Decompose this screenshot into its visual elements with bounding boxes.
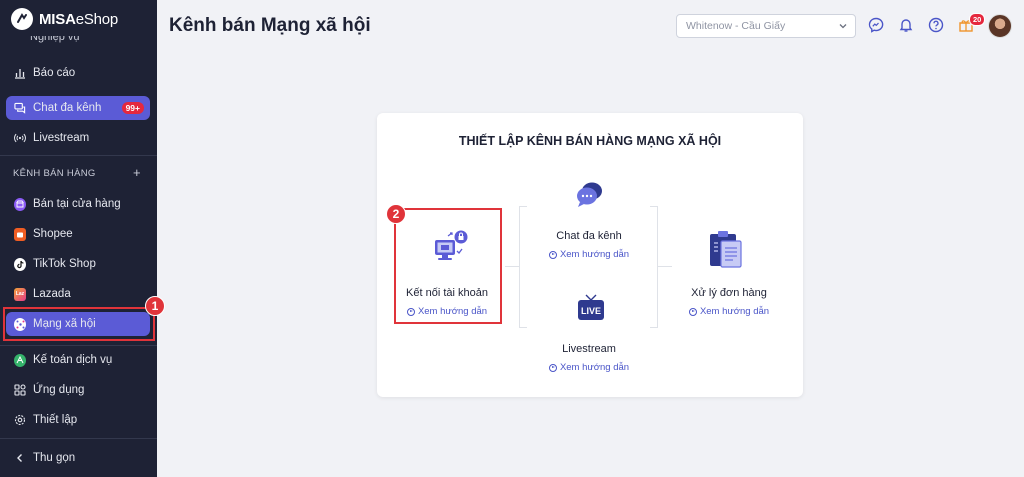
sidebar-item-lazada[interactable]: Laz Lazada bbox=[6, 282, 150, 306]
flow-bracket-left bbox=[519, 206, 527, 328]
sidebar-item-label: Báo cáo bbox=[33, 67, 76, 79]
section-label-sales-channels: KÊNH BÁN HÀNG bbox=[13, 168, 96, 179]
guide-link-chat[interactable]: Xem hướng dẫn bbox=[529, 249, 649, 260]
user-avatar[interactable] bbox=[988, 14, 1012, 38]
guide-link-livestream[interactable]: Xem hướng dẫn bbox=[529, 362, 649, 373]
step-marker-2: 2 bbox=[386, 204, 406, 224]
card-title: THIẾT LẬP KÊNH BÁN HÀNG MẠNG XÃ HỘI bbox=[458, 134, 722, 148]
sidebar-item-reports[interactable]: Báo cáo bbox=[6, 61, 150, 85]
step-label-chat: Chat đa kênh bbox=[556, 230, 622, 242]
sidebar-item-label: Thiết lập bbox=[33, 414, 78, 426]
clipboard-icon bbox=[707, 229, 747, 276]
sidebar-item-accounting[interactable]: Kế toán dịch vụ bbox=[6, 348, 150, 372]
store-icon bbox=[14, 197, 26, 211]
live-tv-icon: LIVE bbox=[576, 293, 606, 328]
misa-logo-icon bbox=[11, 8, 33, 30]
sidebar-item-shopee[interactable]: Shopee bbox=[6, 222, 150, 246]
broadcast-icon bbox=[14, 132, 26, 144]
lazada-icon: Laz bbox=[14, 287, 26, 301]
sidebar-item-label: Shopee bbox=[33, 228, 73, 240]
flow-connector bbox=[658, 266, 672, 267]
play-circle-icon bbox=[688, 307, 697, 316]
sidebar-item-label: Kế toán dịch vụ bbox=[33, 354, 113, 366]
sidebar-item-in-store[interactable]: Bán tại cửa hàng bbox=[6, 192, 150, 216]
sidebar-divider bbox=[0, 155, 157, 156]
sidebar-divider bbox=[0, 345, 157, 346]
bar-chart-icon bbox=[14, 67, 26, 79]
accounting-icon bbox=[14, 353, 26, 367]
chat-icon bbox=[14, 102, 26, 114]
sidebar-item-label: Lazada bbox=[33, 288, 71, 300]
setup-card: THIẾT LẬP KÊNH BÁN HÀNG MẠNG XÃ HỘI Kết … bbox=[377, 113, 803, 397]
collapse-label: Thu gọn bbox=[33, 452, 76, 464]
messenger-icon[interactable] bbox=[868, 17, 884, 33]
brand-name: MISAeShop bbox=[39, 10, 119, 28]
apps-icon bbox=[14, 384, 26, 396]
highlight-box-1 bbox=[3, 307, 155, 341]
chevron-down-icon bbox=[838, 20, 848, 35]
sidebar-item-cut[interactable]: Nghiệp vụ bbox=[30, 36, 80, 46]
sidebar: MISAeShop Nghiệp vụ Báo cáo Chat đa kênh… bbox=[0, 0, 157, 477]
highlight-box-2 bbox=[394, 208, 502, 324]
notification-count-badge: 20 bbox=[969, 13, 986, 26]
step-marker-1: 1 bbox=[145, 296, 165, 316]
store-select-value: Whitenow - Cầu Giấy bbox=[686, 20, 786, 32]
flow-bracket-right bbox=[650, 206, 658, 328]
settings-icon bbox=[14, 414, 26, 426]
live-icon-text: LIVE bbox=[581, 306, 601, 316]
tiktok-icon bbox=[14, 257, 26, 271]
step-label-livestream: Livestream bbox=[562, 343, 616, 355]
sidebar-item-apps[interactable]: Ứng dụng bbox=[6, 378, 150, 402]
chat-bubbles-icon bbox=[573, 179, 607, 214]
sidebar-item-label: Ứng dụng bbox=[33, 384, 85, 396]
add-channel-button[interactable]: + bbox=[133, 165, 141, 180]
shopee-icon bbox=[14, 227, 26, 241]
sidebar-item-label: Livestream bbox=[33, 132, 90, 144]
unread-badge: 99+ bbox=[121, 102, 144, 114]
play-circle-icon bbox=[548, 250, 557, 259]
sidebar-divider bbox=[0, 438, 157, 439]
sidebar-item-chat[interactable]: Chat đa kênh 99+ bbox=[6, 96, 150, 120]
play-circle-icon bbox=[548, 363, 557, 372]
guide-link-orders[interactable]: Xem hướng dẫn bbox=[669, 306, 789, 317]
sidebar-item-tiktok[interactable]: TikTok Shop bbox=[6, 252, 150, 276]
page-title: Kênh bán Mạng xã hội bbox=[169, 15, 371, 36]
store-select[interactable]: Whitenow - Cầu Giấy bbox=[676, 14, 856, 38]
sidebar-item-label: Chat đa kênh bbox=[33, 102, 102, 114]
sidebar-item-settings[interactable]: Thiết lập bbox=[6, 408, 150, 432]
sidebar-item-livestream[interactable]: Livestream bbox=[6, 126, 150, 150]
step-label-orders: Xử lý đơn hàng bbox=[691, 287, 767, 299]
sidebar-item-label: TikTok Shop bbox=[33, 258, 96, 270]
flow-connector bbox=[505, 266, 519, 267]
chevron-left-icon bbox=[14, 452, 26, 464]
brand-logo[interactable]: MISAeShop bbox=[11, 7, 118, 31]
sidebar-item-label: Bán tại cửa hàng bbox=[33, 198, 121, 210]
bell-icon[interactable] bbox=[898, 17, 914, 33]
collapse-sidebar-button[interactable]: Thu gọn bbox=[6, 446, 150, 470]
help-icon[interactable] bbox=[928, 17, 944, 33]
